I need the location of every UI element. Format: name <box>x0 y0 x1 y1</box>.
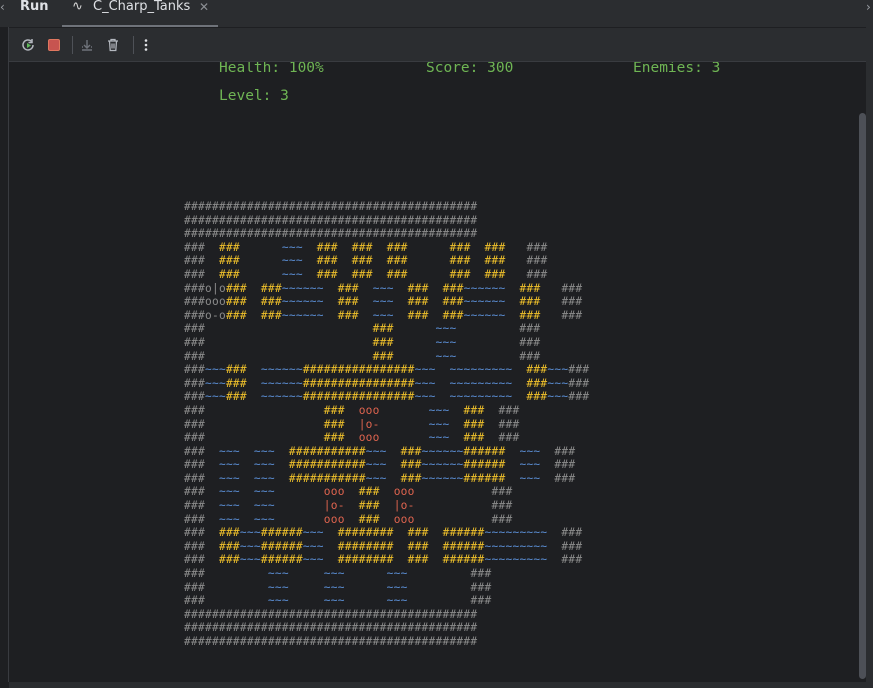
map-row: ########################################… <box>184 635 478 648</box>
more-options-button[interactable] <box>136 35 156 55</box>
trash-icon <box>108 38 118 52</box>
map-row: ### ~~~ ~~~ ###########~~~ ###~~~~~~####… <box>184 444 576 458</box>
run-config-icon: ∿ <box>72 0 83 14</box>
map-row: ### ~~~ ~~~ ~~~ ### <box>184 594 492 608</box>
stop-icon <box>48 39 60 51</box>
map-row: ### ### ~~~ ### <box>184 349 541 363</box>
score-readout: Score: 300 <box>426 62 514 76</box>
map-row: ### ~~~ ~~~ ###########~~~ ###~~~~~~####… <box>184 458 576 472</box>
map-row: ### ### ~~~ ### ### ### ### ### ### <box>184 240 548 254</box>
map-row: ########################################… <box>184 621 478 635</box>
map-row: ### ~~~ ~~~ |o- ### |o- ### <box>184 499 513 513</box>
map-row: ### ### ooo ~~~ ### ### <box>184 403 520 417</box>
map-row: ### ### ~~~ ### ### ### ### ### ### <box>184 254 548 268</box>
map-row: ###~~~### ~~~~~~################~~~ ~~~~… <box>184 363 590 377</box>
map-row: ########################################… <box>184 200 478 213</box>
map-row: ###ooo### ###~~~~~~ ### ~~~ ### ###~~~~~… <box>184 295 583 309</box>
map-row: ### ### ~~~ ### <box>184 322 541 336</box>
map-row: ###o-o### ###~~~~~~ ### ~~~ ### ###~~~~~… <box>184 308 583 322</box>
map-row: ### ~~~ ~~~ ooo ### ooo ### <box>184 512 513 526</box>
map-row: ### ### ~~~ ### ### ### ### ### ### <box>184 267 548 281</box>
right-edge-glyph: › <box>866 0 871 14</box>
more-vertical-icon <box>144 39 148 51</box>
map-row: ### ~~~ ~~~ ~~~ ### <box>184 567 492 581</box>
map-row: ### ~~~ ~~~ ooo ### ooo ### <box>184 485 513 499</box>
panel-bottom-border <box>9 682 873 688</box>
map-row: ### ~~~ ~~~ ~~~ ### <box>184 580 492 594</box>
map-row: ### ### |o- ~~~ ### ### <box>184 417 520 431</box>
map-row: ###~~~### ~~~~~~################~~~ ~~~~… <box>184 390 590 404</box>
tab-c-charp-tanks[interactable]: ∿ C_Charp_Tanks ✕ <box>62 0 218 27</box>
clear-all-button[interactable] <box>103 35 123 55</box>
side-panel-strip <box>866 27 873 682</box>
map-row: ### ~~~ ~~~ ###########~~~ ###~~~~~~####… <box>184 471 576 485</box>
scroll-to-end-icon <box>82 40 92 51</box>
left-edge-glyph: ‹ <box>0 0 5 14</box>
level-readout: Level: 3 <box>219 88 289 104</box>
map-row: ###o|o### ###~~~~~~ ### ~~~ ### ###~~~~~… <box>184 281 583 295</box>
tab-label: C_Charp_Tanks <box>93 0 191 14</box>
map-row: ### ### ~~~ ### <box>184 335 541 349</box>
tab-run[interactable]: Run <box>20 0 49 14</box>
map-row: ### ###~~~######~~~ ######## ### ######~… <box>184 539 583 553</box>
run-toolbar <box>9 28 866 62</box>
map-row: ### ### ooo ~~~ ### ### <box>184 431 520 445</box>
map-row: ########################################… <box>184 213 478 227</box>
map-row: ########################################… <box>184 227 478 241</box>
health-readout: Health: 100% <box>219 62 324 76</box>
game-map: ########################################… <box>184 200 589 649</box>
map-row: ###~~~### ~~~~~~################~~~ ~~~~… <box>184 376 590 390</box>
rerun-button[interactable] <box>18 35 38 55</box>
rerun-icon <box>22 39 34 51</box>
active-tab-indicator <box>62 25 218 27</box>
scroll-to-end-button[interactable] <box>77 35 97 55</box>
map-row: ### ###~~~######~~~ ######## ### ######~… <box>184 553 583 567</box>
console-output[interactable]: Health: 100% Score: 300 Enemies: 3 Level… <box>9 62 857 680</box>
map-row: ### ###~~~######~~~ ######## ### ######~… <box>184 526 583 540</box>
close-icon[interactable]: ✕ <box>199 0 209 14</box>
stop-button[interactable] <box>44 35 64 55</box>
toolbar-separator <box>133 36 134 54</box>
vertical-scrollbar[interactable] <box>859 113 866 679</box>
enemies-readout: Enemies: 3 <box>633 62 721 76</box>
toolbar-separator <box>72 36 73 54</box>
tool-window-tab-bar: ‹ Run ∿ C_Charp_Tanks ✕ › <box>0 0 873 27</box>
map-row: ########################################… <box>184 607 478 621</box>
